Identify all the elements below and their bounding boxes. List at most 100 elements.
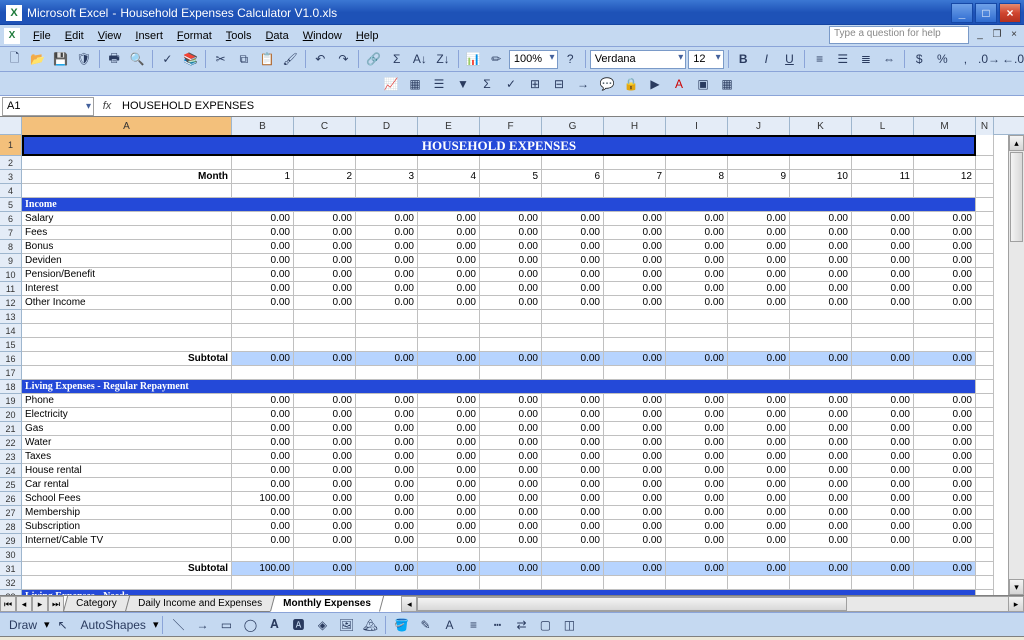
row-header[interactable]: 5 xyxy=(0,198,22,212)
cell[interactable]: 0.00 xyxy=(418,352,480,366)
row-header[interactable]: 18 xyxy=(0,380,22,394)
col-header-J[interactable]: J xyxy=(728,117,790,135)
cell[interactable]: 0.00 xyxy=(604,562,666,576)
cell[interactable] xyxy=(790,338,852,352)
zoom-combo[interactable]: 100% xyxy=(509,50,558,69)
col-header-F[interactable]: F xyxy=(480,117,542,135)
cell[interactable] xyxy=(914,366,976,380)
cell[interactable] xyxy=(976,324,994,338)
cell[interactable] xyxy=(294,548,356,562)
cell[interactable] xyxy=(356,156,418,170)
cell[interactable] xyxy=(542,366,604,380)
cell[interactable]: 0.00 xyxy=(914,464,976,478)
cell[interactable]: 0.00 xyxy=(852,506,914,520)
cell[interactable]: 0.00 xyxy=(790,394,852,408)
cell[interactable] xyxy=(728,310,790,324)
cell[interactable] xyxy=(542,184,604,198)
cell[interactable] xyxy=(976,352,994,366)
tab-last-icon[interactable]: ⏭ xyxy=(48,596,64,612)
row-header[interactable]: 32 xyxy=(0,576,22,590)
cell[interactable]: 0.00 xyxy=(480,282,542,296)
cell[interactable] xyxy=(666,576,728,590)
cell[interactable]: 0.00 xyxy=(542,240,604,254)
cell[interactable] xyxy=(604,338,666,352)
menu-file[interactable]: File xyxy=(26,28,58,44)
cell[interactable]: 0.00 xyxy=(604,394,666,408)
menu-window[interactable]: Window xyxy=(296,28,349,44)
cell[interactable]: 7 xyxy=(604,170,666,184)
cell[interactable] xyxy=(852,310,914,324)
cell[interactable]: 0.00 xyxy=(728,408,790,422)
cell[interactable] xyxy=(542,338,604,352)
cell[interactable]: 0.00 xyxy=(914,436,976,450)
help-icon[interactable]: ? xyxy=(560,49,581,70)
cell[interactable]: 0.00 xyxy=(542,534,604,548)
cell[interactable]: 0.00 xyxy=(666,254,728,268)
cell[interactable]: Subtotal xyxy=(22,352,232,366)
col-header-H[interactable]: H xyxy=(604,117,666,135)
cell[interactable] xyxy=(728,548,790,562)
cell[interactable]: 0.00 xyxy=(604,352,666,366)
cell[interactable]: 0.00 xyxy=(666,408,728,422)
cell[interactable]: 0.00 xyxy=(790,254,852,268)
cell[interactable]: 0.00 xyxy=(356,268,418,282)
cell[interactable] xyxy=(976,296,994,310)
cell[interactable]: 0.00 xyxy=(418,296,480,310)
cell[interactable]: 0.00 xyxy=(232,212,294,226)
cell[interactable]: Month xyxy=(22,170,232,184)
col-header-M[interactable]: M xyxy=(914,117,976,135)
cell[interactable]: 0.00 xyxy=(914,478,976,492)
increase-decimal-icon[interactable]: .0→ xyxy=(978,49,1000,70)
cell[interactable]: Water xyxy=(22,436,232,450)
cell[interactable]: 0.00 xyxy=(852,254,914,268)
cell[interactable]: 0.00 xyxy=(480,352,542,366)
cell[interactable]: 0.00 xyxy=(480,422,542,436)
cell[interactable] xyxy=(728,156,790,170)
cell[interactable]: 0.00 xyxy=(232,394,294,408)
row-header[interactable]: 17 xyxy=(0,366,22,380)
cell[interactable] xyxy=(232,184,294,198)
cell[interactable]: 0.00 xyxy=(852,268,914,282)
sort-desc-icon[interactable]: Z↓ xyxy=(432,49,453,70)
cell[interactable] xyxy=(604,366,666,380)
cell[interactable]: Electricity xyxy=(22,408,232,422)
cell[interactable]: 0.00 xyxy=(914,506,976,520)
cell[interactable] xyxy=(666,310,728,324)
cell[interactable] xyxy=(790,366,852,380)
cell[interactable] xyxy=(790,310,852,324)
cell[interactable] xyxy=(976,212,994,226)
cell[interactable] xyxy=(914,324,976,338)
cell[interactable]: 0.00 xyxy=(790,212,852,226)
col-header-A[interactable]: A xyxy=(22,117,232,135)
cell[interactable]: 0.00 xyxy=(294,450,356,464)
cell[interactable]: 0.00 xyxy=(480,268,542,282)
row-header[interactable]: 3 xyxy=(0,170,22,184)
cell[interactable]: 10 xyxy=(790,170,852,184)
cell[interactable]: 0.00 xyxy=(232,506,294,520)
cell[interactable]: 0.00 xyxy=(232,422,294,436)
cell[interactable] xyxy=(604,184,666,198)
cell[interactable]: Deviden xyxy=(22,254,232,268)
col-header-K[interactable]: K xyxy=(790,117,852,135)
cell[interactable]: 0.00 xyxy=(294,520,356,534)
cell[interactable] xyxy=(356,576,418,590)
cell[interactable] xyxy=(604,548,666,562)
sheet-tab[interactable]: Monthly Expenses xyxy=(269,596,383,612)
name-box[interactable]: A1 xyxy=(2,97,94,116)
cell[interactable]: 0.00 xyxy=(356,296,418,310)
cell[interactable]: 12 xyxy=(914,170,976,184)
cell[interactable] xyxy=(914,310,976,324)
cell[interactable]: 0.00 xyxy=(914,226,976,240)
cell[interactable] xyxy=(666,548,728,562)
cell[interactable]: 0.00 xyxy=(914,394,976,408)
align-left-icon[interactable]: ≡ xyxy=(809,49,830,70)
cell[interactable]: Other Income xyxy=(22,296,232,310)
cell[interactable]: 0.00 xyxy=(294,464,356,478)
title-cell[interactable]: HOUSEHOLD EXPENSES xyxy=(22,135,976,156)
cell[interactable]: 0.00 xyxy=(728,562,790,576)
cell[interactable] xyxy=(728,576,790,590)
cell[interactable]: 0.00 xyxy=(914,408,976,422)
cell[interactable]: 0.00 xyxy=(914,268,976,282)
cell[interactable]: 0.00 xyxy=(666,436,728,450)
cell[interactable]: 0.00 xyxy=(852,226,914,240)
